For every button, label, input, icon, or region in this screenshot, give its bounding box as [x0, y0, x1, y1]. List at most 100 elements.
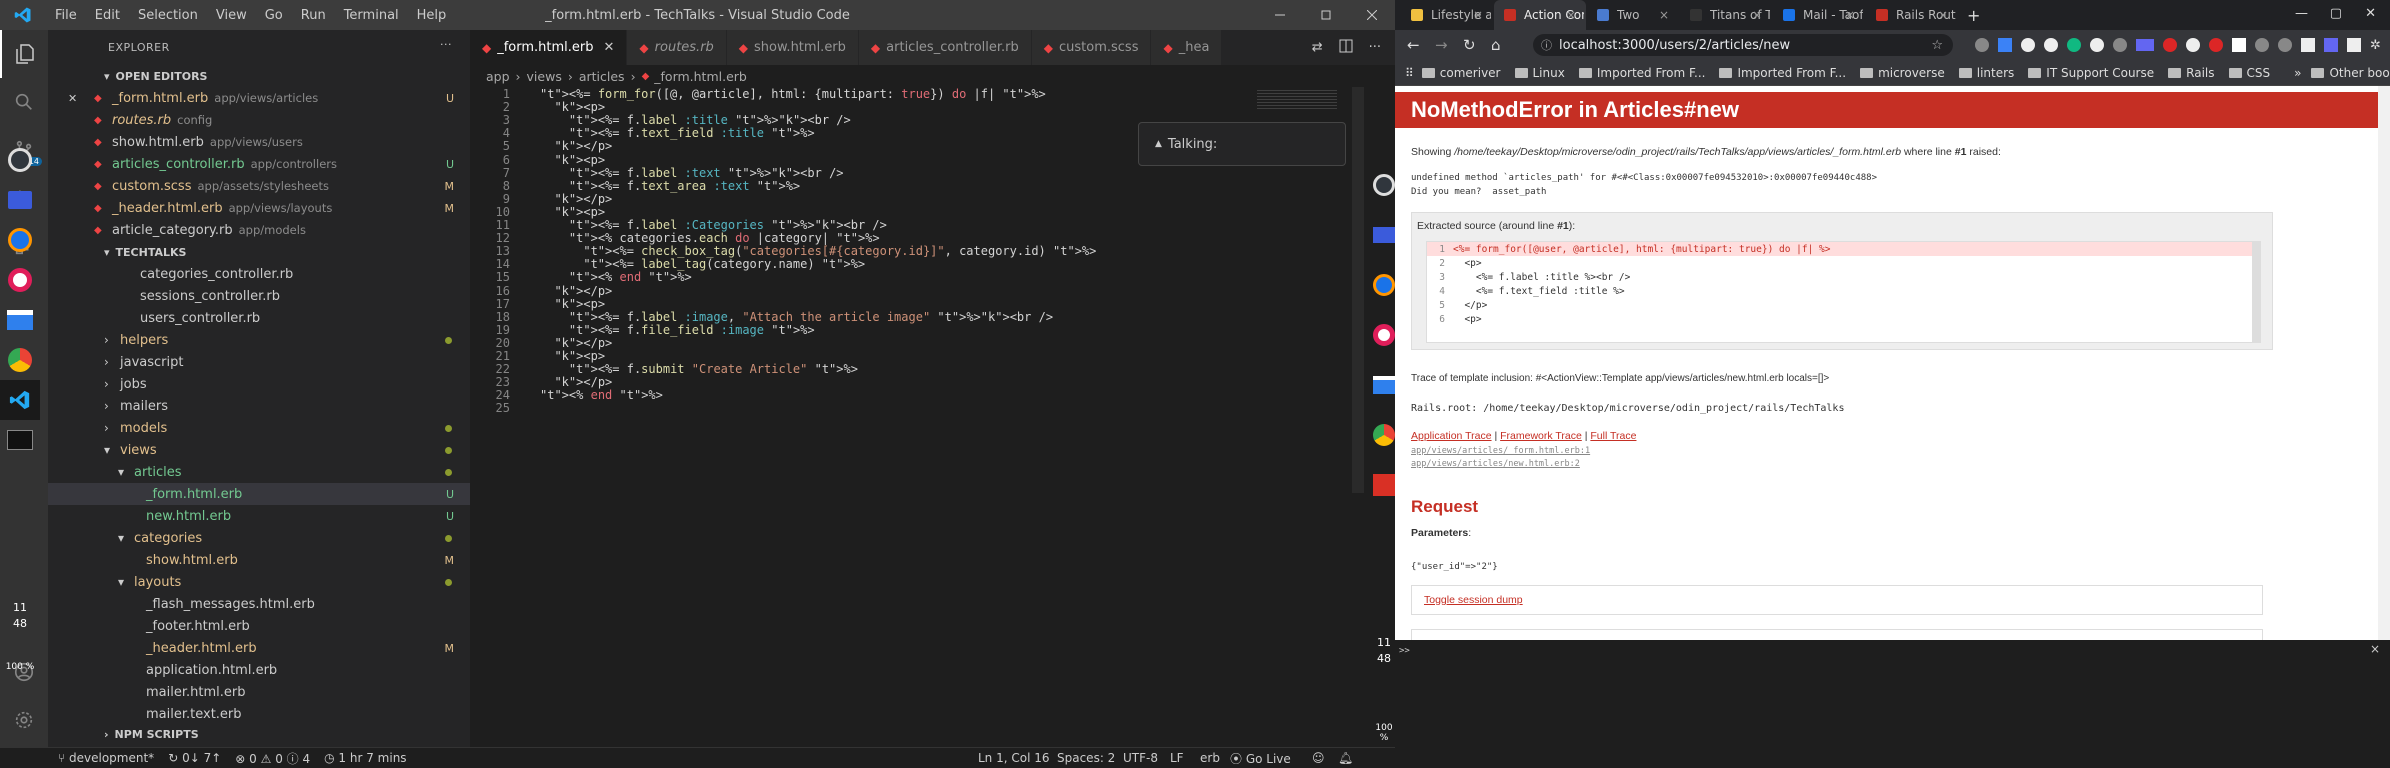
branch-status[interactable]: ⑂ development* — [58, 751, 154, 765]
notifications-icon[interactable]: 🔔︎ — [1338, 751, 1353, 765]
ext-11-icon[interactable] — [2209, 38, 2223, 52]
dock-right-monitor-icon[interactable] — [1372, 210, 1396, 260]
other-bookmarks[interactable]: Other bookmarks — [2311, 66, 2390, 80]
editor-tab[interactable]: ◆ articles_controller.rb — [858, 30, 1032, 65]
dock-right-pdf-icon[interactable] — [1372, 460, 1396, 510]
tree-folder[interactable]: ▾ articles — [48, 461, 470, 483]
menu-run[interactable]: Run — [292, 8, 335, 23]
ext-13-icon[interactable] — [2255, 38, 2269, 52]
dock-app-terminal-icon[interactable] — [0, 420, 40, 460]
restore-icon[interactable] — [1303, 0, 1349, 30]
ext-3-icon[interactable] — [2021, 38, 2035, 52]
editor-tab[interactable]: ◆ _form.html.erb ✕ — [470, 30, 628, 65]
menu-edit[interactable]: Edit — [86, 8, 129, 23]
tree-folder[interactable]: › mailers — [48, 395, 470, 417]
bookmark-item[interactable]: CSS — [2228, 66, 2270, 80]
open-editor-item[interactable]: ◆ articles_controller.rb app/controllers U — [48, 153, 470, 175]
tree-folder[interactable]: › models — [48, 417, 470, 439]
time-tracker[interactable]: ◷ 1 hr 7 mins — [324, 751, 406, 765]
open-editor-item[interactable]: ◆ article_category.rb app/models — [48, 219, 470, 241]
terminal-panel[interactable]: >> × — [1395, 640, 2390, 768]
extensions-puzzle-icon[interactable]: ✲ — [2370, 38, 2381, 53]
apps-grid-icon[interactable]: ⠿ — [1405, 66, 1414, 80]
editor-tab[interactable]: ◆ routes.rb — [627, 30, 727, 65]
split-editor-icon[interactable] — [1339, 39, 1353, 57]
menu-file[interactable]: File — [46, 8, 86, 23]
close-window-icon[interactable]: ✕ — [2365, 6, 2376, 21]
dock-app-monitor-icon[interactable] — [0, 180, 40, 220]
tree-file[interactable]: mailer.text.erb — [48, 703, 470, 725]
tree-file[interactable]: _flash_messages.html.erb — [48, 593, 470, 615]
source-code-block[interactable]: 1 <%= form_for([@user, @article], html: {… — [1426, 241, 2261, 343]
ext-6-icon[interactable] — [2090, 38, 2104, 52]
tree-file[interactable]: _header.html.erb M — [48, 637, 470, 659]
more-actions-icon[interactable]: ··· — [440, 38, 452, 51]
search-icon[interactable] — [0, 78, 48, 126]
dock-app-vscode-icon[interactable] — [0, 380, 40, 420]
close-window-icon[interactable] — [1349, 0, 1395, 30]
indentation[interactable]: Spaces: 2 — [1057, 751, 1115, 765]
framework-trace-link[interactable]: Framework Trace — [1500, 430, 1582, 442]
ext-2-icon[interactable] — [1998, 38, 2012, 52]
dock-app-obs-icon[interactable] — [0, 140, 40, 180]
eol[interactable]: LF — [1170, 751, 1184, 765]
trace-file-1[interactable]: app/views/articles/_form.html.erb:1 — [1411, 446, 1590, 456]
home-icon[interactable]: ⌂ — [1491, 36, 1501, 54]
ext-16-icon[interactable] — [2324, 38, 2338, 52]
bookmark-item[interactable]: Imported From F... — [1578, 66, 1705, 80]
tree-file[interactable]: show.html.erb M — [48, 549, 470, 571]
menu-view[interactable]: View — [207, 8, 256, 23]
open-editors-section[interactable]: ▾ OPEN EDITORS — [48, 65, 470, 87]
minimize-icon[interactable]: — — [2295, 6, 2308, 21]
tree-folder[interactable]: ▾ views — [48, 439, 470, 461]
dock-app-firefox-icon[interactable] — [0, 220, 40, 260]
open-editor-item[interactable]: ◆ _header.html.erb app/views/layouts M — [48, 197, 470, 219]
open-editor-item[interactable]: ✕ ◆ _form.html.erb app/views/articles U — [48, 87, 470, 109]
minimap[interactable] — [1257, 88, 1337, 110]
tree-folder[interactable]: › helpers — [48, 329, 470, 351]
ext-5-icon[interactable] — [2067, 38, 2081, 52]
encoding[interactable]: UTF-8 — [1123, 751, 1158, 765]
tree-file[interactable]: new.html.erb U — [48, 505, 470, 527]
tree-file[interactable]: mailer.html.erb — [48, 681, 470, 703]
close-tab-icon[interactable]: × — [1566, 8, 1576, 22]
editor-tab[interactable]: ◆ show.html.erb — [726, 30, 859, 65]
compare-icon[interactable]: ⇄ — [1312, 40, 1323, 55]
dock-app-chrome-icon[interactable] — [0, 340, 40, 380]
bookmark-item[interactable]: IT Support Course — [2028, 66, 2154, 80]
close-tab-icon[interactable]: ✕ — [604, 40, 615, 55]
menu-help[interactable]: Help — [408, 8, 456, 23]
ext-8-icon[interactable] — [2136, 39, 2154, 51]
full-trace-link[interactable]: Full Trace — [1590, 430, 1636, 442]
bookmark-item[interactable]: microverse — [1860, 66, 1945, 80]
ext-15-icon[interactable] — [2301, 38, 2315, 52]
close-editor-icon[interactable]: ✕ — [68, 92, 94, 105]
close-tab-icon[interactable]: × — [1752, 8, 1762, 22]
ext-7-icon[interactable] — [2113, 38, 2127, 52]
editor-more-icon[interactable]: ··· — [1369, 40, 1381, 55]
dock-right-chrome-icon[interactable] — [1372, 410, 1396, 460]
open-editor-item[interactable]: ◆ routes.rb config — [48, 109, 470, 131]
ext-12-icon[interactable] — [2232, 38, 2246, 52]
ext-17-icon[interactable] — [2347, 38, 2361, 52]
tree-file[interactable]: users_controller.rb — [48, 307, 470, 329]
browser-tab[interactable]: Mail - Taofeek× — [1773, 0, 1865, 30]
menu-go[interactable]: Go — [256, 8, 292, 23]
minimize-icon[interactable] — [1257, 0, 1303, 30]
breadcrumb-item[interactable]: _form.html.erb — [654, 69, 747, 84]
go-live-button[interactable]: ⦿ Go Live — [1230, 750, 1291, 767]
sync-status[interactable]: ↻ 0↓ 7↑ — [168, 751, 221, 765]
close-tab-icon[interactable]: × — [1659, 8, 1669, 22]
tree-file[interactable]: categories_controller.rb — [48, 263, 470, 285]
maximize-icon[interactable]: ▢ — [2330, 6, 2342, 21]
bookmark-star-icon[interactable]: ☆ — [1931, 38, 1943, 53]
bookmarks-overflow-icon[interactable]: » — [2294, 66, 2301, 80]
dock-app-files-icon[interactable] — [0, 300, 40, 340]
source-scrollbar[interactable] — [2252, 242, 2260, 342]
breadcrumb-item[interactable]: articles — [579, 69, 625, 84]
terminal-close-icon[interactable]: × — [2370, 642, 2380, 656]
close-tab-icon[interactable]: × — [1845, 8, 1855, 22]
browser-tab[interactable]: Titans of Tech T× — [1680, 0, 1772, 30]
dock-right-slack-icon[interactable] — [1372, 310, 1396, 360]
cursor-position[interactable]: Ln 1, Col 16 — [978, 751, 1050, 765]
